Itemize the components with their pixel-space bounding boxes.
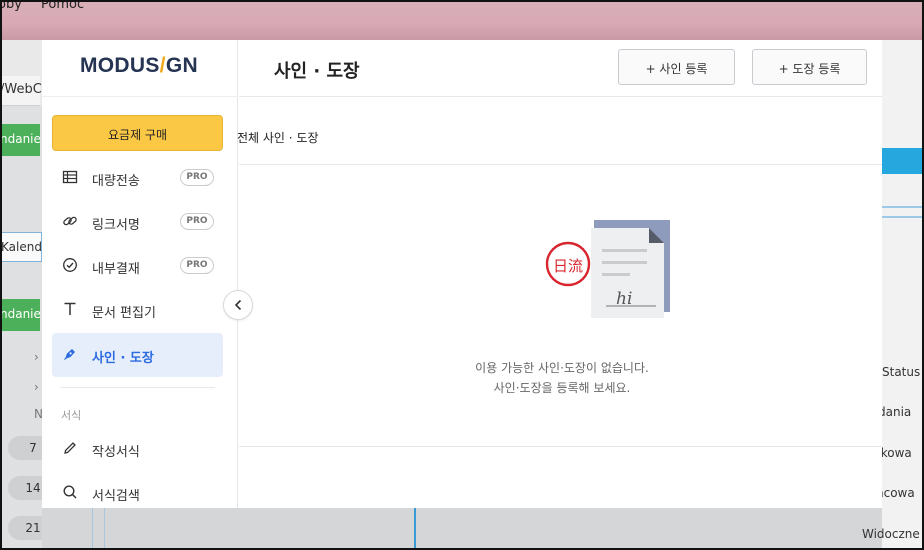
search-icon [62, 484, 78, 500]
divider [239, 164, 882, 165]
link-icon [62, 213, 78, 229]
bg-right-label: Widoczne [862, 527, 920, 541]
bg-divider [882, 206, 924, 208]
sidebar-item-internal-approval[interactable]: 내부결재 PRO [52, 244, 223, 288]
sidebar-item-template-search[interactable]: 서식검색 [52, 471, 223, 515]
empty-state-line: 이용 가능한 사인·도장이 없습니다. [475, 361, 649, 375]
logo[interactable]: MODUS/GN [80, 54, 198, 78]
divider [239, 96, 882, 97]
logo-text: MODUS [80, 54, 160, 77]
add-sign-button[interactable]: + 사인 등록 [618, 49, 735, 85]
sidebar-item-link-sign[interactable]: 링크서명 PRO [52, 200, 223, 244]
sidebar-item-label: 작성서식 [92, 445, 140, 460]
background-menubar: oby Pomoc [0, 0, 924, 40]
svg-text:日流: 日流 [553, 257, 583, 275]
bg-tab-button[interactable]: ndanie [0, 299, 40, 331]
empty-state-message: 이용 가능한 사인·도장이 없습니다. 사인·도장을 등록해 보세요. [192, 358, 924, 398]
svg-text:hi: hi [616, 289, 632, 309]
pro-badge: PRO [180, 257, 214, 274]
bg-blue-bar [882, 148, 924, 174]
sidebar-item-label: 내부결재 [92, 262, 140, 277]
bg-url-bar[interactable]: /WebC [0, 76, 42, 106]
bg-calendar-tab[interactable]: Kalenda [0, 232, 42, 262]
add-stamp-button[interactable]: + 도장 등록 [752, 49, 867, 85]
bg-menu-item[interactable]: oby [0, 0, 22, 12]
pro-badge: PRO [180, 213, 214, 230]
sidebar-item-label: 링크서명 [92, 218, 140, 233]
bg-column-line [414, 508, 416, 550]
divider [42, 96, 238, 97]
logo-text: GN [165, 54, 198, 77]
section-label: 서식 [61, 409, 82, 422]
pencil-icon [62, 440, 78, 456]
sidebar-item-label: 문서 편집기 [92, 306, 156, 321]
divider [239, 446, 882, 447]
bg-chevron-icon: › [34, 380, 39, 394]
filter-all-sign-stamp[interactable]: 전체 사인 · 도장 [237, 129, 319, 146]
modusign-panel: MODUS/GN 요금제 구매 대량전송 PRO 링크서명 PRO 내부결재 P… [42, 40, 882, 508]
empty-signature-illustration: hi 日流 [545, 220, 670, 318]
bg-right-label: dania [878, 405, 912, 419]
page-title: 사인 · 도장 [274, 61, 360, 82]
empty-state-line: 사인·도장을 등록해 보세요. [493, 381, 631, 395]
sidebar: MODUS/GN 요금제 구매 대량전송 PRO 링크서명 PRO 내부결재 P… [42, 40, 238, 508]
text-icon [62, 301, 78, 317]
bg-right-panel [882, 40, 924, 550]
sidebar-item-bulk-send[interactable]: 대량전송 PRO [52, 156, 223, 200]
bg-tab-button[interactable]: ndanie [0, 124, 40, 156]
plan-purchase-button[interactable]: 요금제 구매 [52, 115, 223, 151]
main-content: 사인 · 도장 + 사인 등록 + 도장 등록 전체 사인 · 도장 hi 日流… [237, 40, 882, 508]
pro-badge: PRO [180, 169, 214, 186]
pen-nib-icon [62, 346, 78, 362]
bg-divider [882, 216, 924, 218]
bg-menu-item[interactable]: Pomoc [41, 0, 84, 12]
sidebar-item-templates[interactable]: 작성서식 [52, 427, 223, 471]
sidebar-item-label: 대량전송 [92, 174, 140, 189]
sidebar-item-label: 서식검색 [92, 489, 140, 504]
check-circle-icon [62, 257, 78, 273]
bg-chevron-icon: › [34, 350, 39, 364]
table-icon [62, 169, 78, 185]
sidebar-item-document-editor[interactable]: 문서 편집기 [52, 288, 223, 332]
sidebar-item-label: 사인 · 도장 [92, 351, 154, 366]
